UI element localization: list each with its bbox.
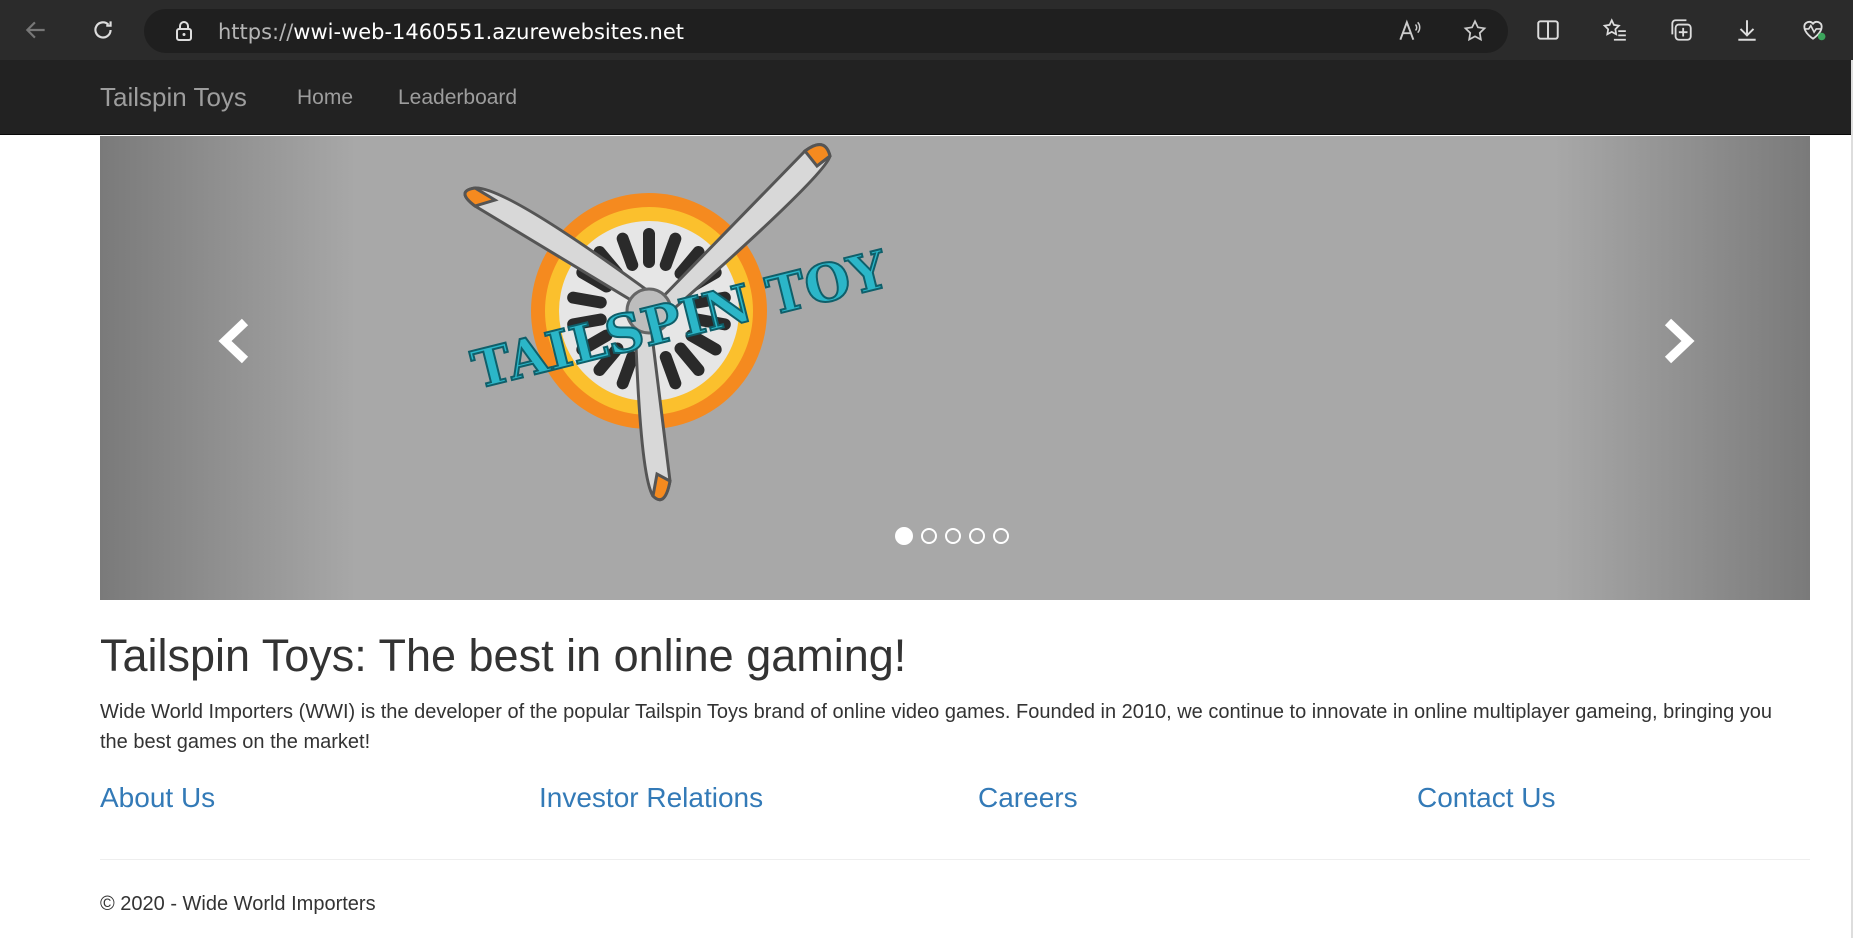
downloads-icon[interactable] bbox=[1727, 10, 1767, 50]
carousel-indicator[interactable] bbox=[993, 528, 1009, 544]
navbar-brand[interactable]: Tailspin Toys bbox=[100, 82, 247, 113]
refresh-icon[interactable] bbox=[83, 10, 123, 50]
collections-icon[interactable] bbox=[1661, 10, 1701, 50]
nav-link-home[interactable]: Home bbox=[297, 86, 353, 110]
page-headline: Tailspin Toys: The best in online gaming… bbox=[100, 630, 907, 681]
nav-link-leaderboard[interactable]: Leaderboard bbox=[398, 86, 517, 110]
hero-carousel: TAILSPIN TOYS bbox=[100, 136, 1810, 600]
site-navbar: Tailspin Toys Home Leaderboard bbox=[0, 60, 1853, 135]
tailspin-toys-logo: TAILSPIN TOYS bbox=[463, 143, 885, 502]
favorite-star-icon[interactable] bbox=[1455, 11, 1495, 51]
carousel-next-icon[interactable] bbox=[1648, 311, 1708, 371]
contact-us-link[interactable]: Contact Us bbox=[1417, 782, 1556, 814]
investor-relations-link[interactable]: Investor Relations bbox=[539, 782, 763, 814]
careers-link[interactable]: Careers bbox=[978, 782, 1078, 814]
browser-essentials-icon[interactable] bbox=[1793, 10, 1833, 50]
about-us-link[interactable]: About Us bbox=[100, 782, 215, 814]
split-screen-icon[interactable] bbox=[1528, 10, 1568, 50]
footer-divider bbox=[100, 859, 1810, 860]
url-text[interactable]: https://wwi-web-1460551.azurewebsites.ne… bbox=[218, 20, 684, 44]
carousel-indicator[interactable] bbox=[921, 528, 937, 544]
favorites-icon[interactable] bbox=[1595, 10, 1635, 50]
carousel-indicator[interactable] bbox=[969, 528, 985, 544]
carousel-indicators bbox=[895, 527, 1009, 545]
carousel-indicator[interactable] bbox=[945, 528, 961, 544]
carousel-indicator[interactable] bbox=[895, 527, 913, 545]
lock-icon[interactable] bbox=[172, 19, 196, 43]
carousel-prev-icon[interactable] bbox=[205, 311, 265, 371]
copyright-text: © 2020 - Wide World Importers bbox=[100, 893, 376, 915]
address-bar[interactable]: https://wwi-web-1460551.azurewebsites.ne… bbox=[144, 9, 1508, 53]
intro-paragraph: Wide World Importers (WWI) is the develo… bbox=[100, 701, 1773, 753]
back-icon[interactable] bbox=[16, 10, 56, 50]
browser-toolbar: https://wwi-web-1460551.azurewebsites.ne… bbox=[0, 0, 1853, 60]
read-aloud-icon[interactable] bbox=[1389, 11, 1429, 51]
